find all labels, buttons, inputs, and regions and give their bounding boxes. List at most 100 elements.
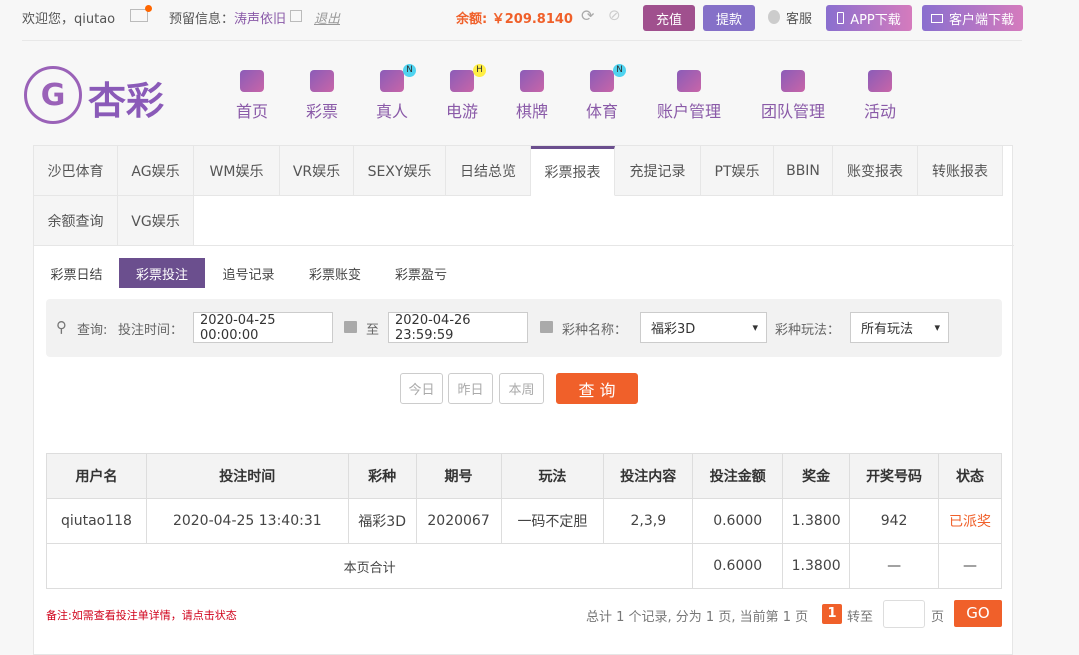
app-download-label: APP下载 <box>850 12 901 28</box>
withdraw-button[interactable]: 提款 <box>703 5 755 31</box>
column-header: 投注时间 <box>145 453 349 499</box>
tab-5[interactable]: 日结总览 <box>446 146 531 196</box>
tab-4[interactable]: SEXY娱乐 <box>354 146 446 196</box>
lottery-select-value: 福彩3D <box>651 322 696 337</box>
tab-13[interactable]: VG娱乐 <box>118 196 194 246</box>
today-button[interactable]: 今日 <box>400 373 443 404</box>
refresh-icon[interactable]: ⟳ <box>581 6 594 25</box>
go-button[interactable]: GO <box>954 600 1002 627</box>
logout-link[interactable]: 退出 <box>314 8 340 27</box>
reserved-label: 预留信息： <box>169 12 235 27</box>
total-amount: 0.6000 <box>692 543 784 589</box>
week-button[interactable]: 本周 <box>499 373 544 404</box>
app-download-button[interactable]: APP下载 <box>826 5 912 31</box>
yesterday-button[interactable]: 昨日 <box>448 373 493 404</box>
play-select[interactable]: 所有玩法 <box>850 312 949 343</box>
status-link[interactable]: 已派奖 <box>938 498 1002 544</box>
mail-icon[interactable] <box>130 5 152 22</box>
content-panel: 沙巴体育 AG娱乐 WM娱乐 VR娱乐 SEXY娱乐 日结总览 彩票报表 充提记录 PT娱乐 BB… <box>33 145 1014 655</box>
page-unit-label: 页 <box>931 610 945 625</box>
nav-live[interactable]: N 真人 <box>375 64 416 122</box>
nav-label: 首页 <box>235 102 269 121</box>
nav-badge: H <box>472 64 486 77</box>
gamepad-icon: H <box>449 64 486 92</box>
tab-2[interactable]: WM娱乐 <box>194 146 280 196</box>
divider <box>22 40 1022 41</box>
nav-promo[interactable]: 活动 <box>864 70 896 122</box>
page-input[interactable] <box>883 600 925 628</box>
pagination-summary: 总计 1 个记录, 分为 1 页, 当前第 1 页 <box>586 610 809 625</box>
calendar-icon[interactable] <box>540 321 553 333</box>
column-header: 投注金额 <box>692 453 784 499</box>
column-header: 期号 <box>415 453 502 499</box>
nav-cards[interactable]: 棋牌 <box>516 70 548 122</box>
nav-team[interactable]: 团队管理 <box>761 70 825 122</box>
nav-home[interactable]: 首页 <box>236 70 268 122</box>
nav-label: 体育 <box>585 102 619 121</box>
tab-1[interactable]: AG娱乐 <box>118 146 194 196</box>
client-download-button[interactable]: 客户端下载 <box>922 5 1023 31</box>
table-header: 用户名 投注时间 彩种 期号 玩法 投注内容 投注金额 奖金 开奖号码 状态 <box>46 453 1002 499</box>
lottery-select[interactable]: 福彩3D <box>640 312 767 343</box>
nav-sports[interactable]: N 体育 <box>585 64 626 122</box>
column-header: 状态 <box>938 453 1002 499</box>
search-button[interactable]: 查 询 <box>556 373 638 404</box>
nav-account[interactable]: 账户管理 <box>657 70 721 122</box>
service-icon <box>768 10 780 24</box>
tab-10[interactable]: 账变报表 <box>833 146 918 196</box>
total-number: — <box>849 543 939 589</box>
nav-slots[interactable]: H 电游 <box>446 64 486 122</box>
column-header: 奖金 <box>782 453 851 499</box>
tab-9[interactable]: BBIN <box>774 146 833 196</box>
trophy-icon: N <box>589 64 626 92</box>
top-bar: 欢迎您，qiutao 预留信息： 涛声依旧 退出 余额: ￥209.8140 ⟳… <box>0 0 1079 36</box>
end-time-input[interactable]: 2020-04-26 23:59:59 <box>388 312 528 343</box>
column-header: 投注内容 <box>603 453 694 499</box>
team-icon <box>780 70 805 92</box>
subtab-0[interactable]: 彩票日结 <box>39 258 114 288</box>
table-cell: 一码不定胆 <box>500 498 605 544</box>
subtab-1[interactable]: 彩票投注 <box>119 258 205 288</box>
tab-8[interactable]: PT娱乐 <box>701 146 774 196</box>
nav-label: 棋牌 <box>515 102 549 121</box>
service-link[interactable]: 客服 <box>786 8 812 27</box>
subtab-2[interactable]: 追号记录 <box>206 258 291 288</box>
tab-3[interactable]: VR娱乐 <box>280 146 354 196</box>
column-header: 开奖号码 <box>849 453 939 499</box>
start-time-input[interactable]: 2020-04-25 00:00:00 <box>193 312 333 343</box>
nav-label: 活动 <box>863 102 897 121</box>
tab-11[interactable]: 转账报表 <box>918 146 1003 196</box>
logo-text[interactable]: 杏彩 <box>88 70 164 125</box>
table-cell: 福彩3D <box>347 498 417 544</box>
search-icon: ⚲ <box>56 318 67 336</box>
tab-12[interactable]: 余额查询 <box>34 196 118 246</box>
cards-icon <box>519 70 544 92</box>
tab-6[interactable]: 彩票报表 <box>531 146 615 196</box>
to-label: 至 <box>366 323 380 338</box>
filter-bar: ⚲ 查询: 投注时间： 2020-04-25 00:00:00 至 2020-0… <box>46 299 1002 357</box>
table-cell: 942 <box>849 498 939 544</box>
logo-emblem: G <box>24 66 82 124</box>
total-prize: 1.3800 <box>782 543 851 589</box>
note-text: 备注:如需查看投注单详情，请点击状态 <box>46 609 237 622</box>
hide-icon[interactable]: ⊘ <box>608 6 621 24</box>
goto-label: 转至 <box>847 610 874 625</box>
nav-label: 账户管理 <box>656 102 722 121</box>
monitor-icon <box>930 13 943 23</box>
recharge-button[interactable]: 充值 <box>643 5 695 31</box>
nav-label: 真人 <box>375 102 409 121</box>
nav-lottery[interactable]: 彩票 <box>306 70 338 122</box>
lottery-name-label: 彩种名称： <box>562 323 628 338</box>
column-header: 玩法 <box>500 453 605 499</box>
edit-icon[interactable] <box>290 10 302 22</box>
table-cell: 2,3,9 <box>603 498 694 544</box>
tab-7[interactable]: 充提记录 <box>615 146 701 196</box>
table-cell: 2020067 <box>415 498 502 544</box>
calendar-icon[interactable] <box>344 321 357 333</box>
subtab-3[interactable]: 彩票账变 <box>292 258 378 288</box>
tab-0[interactable]: 沙巴体育 <box>34 146 118 196</box>
page-1-button[interactable]: 1 <box>822 604 842 624</box>
gift-icon <box>867 70 892 92</box>
subtab-4[interactable]: 彩票盈亏 <box>378 258 464 288</box>
column-header: 用户名 <box>46 453 147 499</box>
